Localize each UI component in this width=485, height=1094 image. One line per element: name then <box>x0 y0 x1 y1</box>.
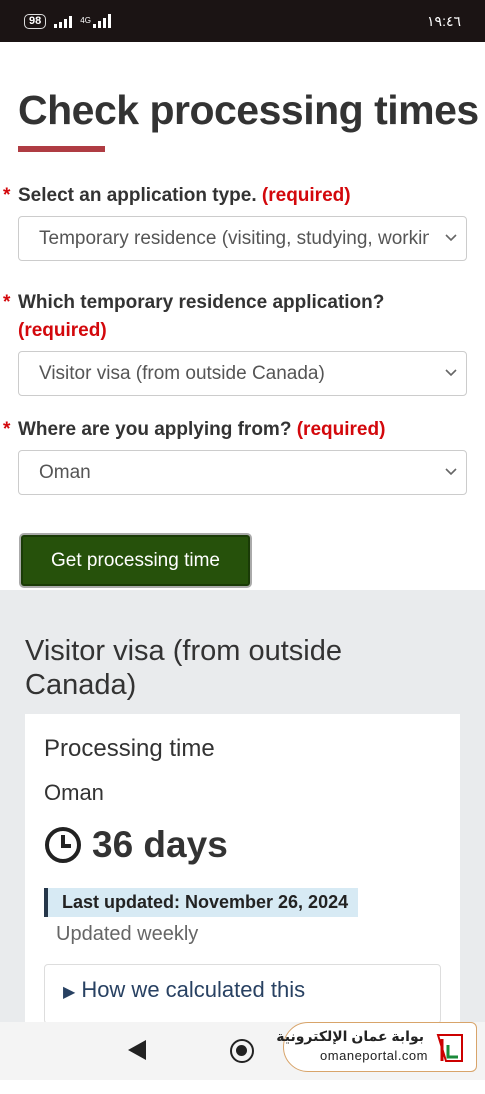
watermark-url: omaneportal.com <box>320 1048 428 1063</box>
required-tag: (required) <box>296 419 386 440</box>
card-title: Processing time <box>44 735 215 762</box>
watermark-logo: بوابة عمان الإلكترونية omaneportal.com <box>276 1022 477 1072</box>
back-icon[interactable] <box>128 1040 146 1060</box>
page-content: Check processing times * Select an appli… <box>0 42 485 588</box>
chevron-down-icon <box>445 369 457 377</box>
results-section: Visitor visa (from outside Canada) Proce… <box>0 590 485 1094</box>
field-label: * Select an application type. (required) <box>3 185 351 206</box>
get-processing-time-button[interactable]: Get processing time <box>19 533 252 588</box>
triangle-right-icon: ▶ <box>63 984 76 1001</box>
watermark-arabic: بوابة عمان الإلكترونية <box>276 1028 424 1044</box>
days-value: 36 days <box>92 824 228 865</box>
field-label: * Which temporary residence application?… <box>3 292 385 341</box>
portal-logo-icon <box>436 1034 463 1062</box>
battery-icon: 98 <box>24 13 47 29</box>
clock-time: ١٩:٤٦ <box>427 12 461 29</box>
last-updated-badge: Last updated: November 26, 2024 <box>44 888 359 917</box>
field-application-type: * Select an application type. (required)… <box>0 182 485 261</box>
chevron-down-icon <box>445 468 457 476</box>
page-title: Check processing times <box>18 87 479 133</box>
chevron-down-icon <box>445 234 457 242</box>
results-heading: Visitor visa (from outside Canada) <box>25 635 342 701</box>
processing-days: 36 days <box>44 824 441 866</box>
title-underline <box>18 146 105 152</box>
network-label: 4G <box>80 16 91 25</box>
status-bar: 98 4G ١٩:٤٦ <box>0 0 485 42</box>
how-calculated-label: How we calculated this <box>81 977 306 1002</box>
field-applying-from: * Where are you applying from? (required… <box>0 416 485 495</box>
field-temporary-residence-application: * Which temporary residence application?… <box>0 289 485 396</box>
signal-icon-2 <box>92 14 111 28</box>
how-calculated-toggle[interactable]: ▶ How we calculated this <box>44 964 441 1024</box>
application-type-select[interactable]: Temporary residence (visiting, studying,… <box>18 216 467 261</box>
result-country: Oman <box>44 780 104 805</box>
country-select[interactable]: Oman <box>18 450 467 495</box>
signal-icon <box>54 14 73 28</box>
update-frequency: Updated weekly <box>56 923 199 945</box>
required-tag: (required) <box>18 320 107 341</box>
field-label: * Where are you applying from? (required… <box>3 419 386 440</box>
home-icon[interactable] <box>230 1039 254 1063</box>
residence-application-select[interactable]: Visitor visa (from outside Canada) <box>18 351 467 396</box>
required-tag: (required) <box>261 185 351 206</box>
clock-icon <box>45 827 81 863</box>
